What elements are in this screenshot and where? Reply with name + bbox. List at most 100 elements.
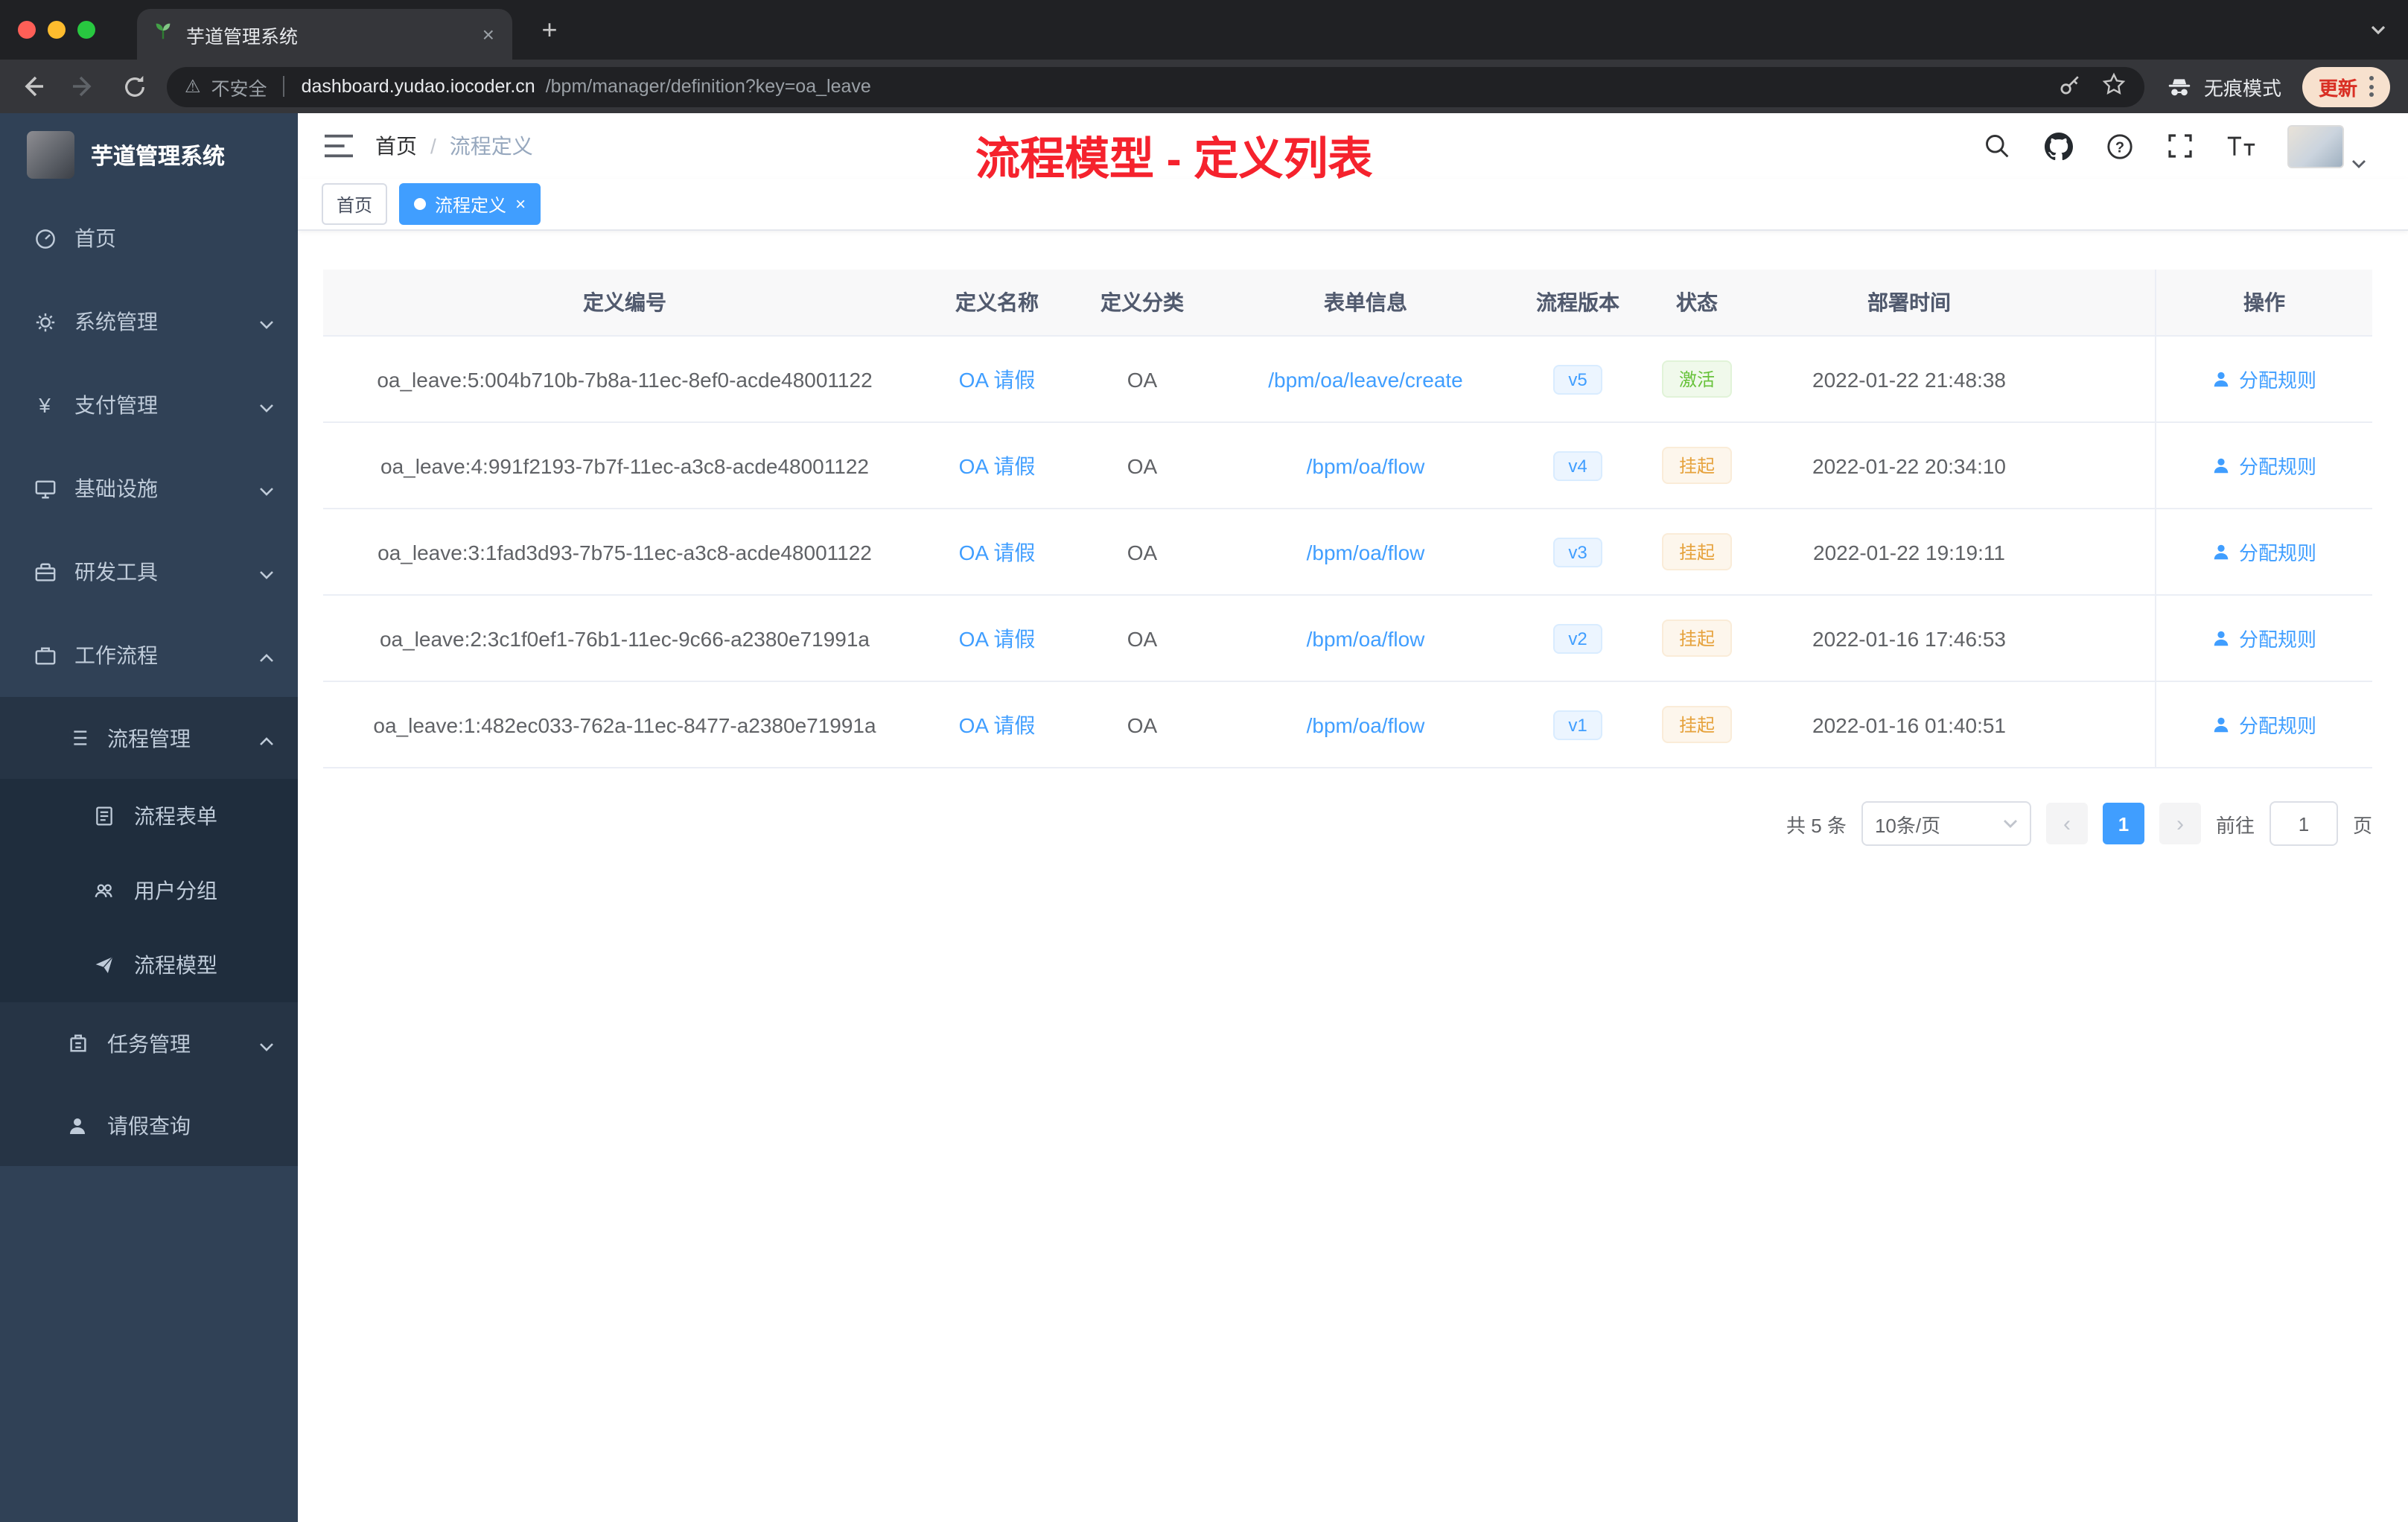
update-button[interactable]: 更新: [2302, 66, 2390, 106]
breadcrumb-current: 流程定义: [449, 134, 533, 158]
col-header-actions: 操作: [2155, 270, 2372, 335]
definition-name-link[interactable]: OA 请假: [959, 713, 1036, 736]
window-controls: [0, 21, 116, 39]
table-row: oa_leave:2:3c1f0ef1-76b1-11ec-9c66-a2380…: [323, 596, 2372, 682]
font-size-icon[interactable]: [2226, 131, 2256, 161]
assign-rule-button[interactable]: 分配规则: [2212, 710, 2316, 739]
definition-id: oa_leave:2:3c1f0ef1-76b1-11ec-9c66-a2380…: [379, 626, 870, 650]
col-header-form: 表单信息: [1324, 290, 1407, 314]
forward-button[interactable]: [66, 69, 101, 104]
tab-favicon-icon: [152, 19, 174, 49]
definition-category: OA: [1127, 626, 1158, 650]
help-icon[interactable]: ?: [2104, 131, 2134, 161]
github-icon[interactable]: [2043, 131, 2073, 161]
browser-tab[interactable]: 芋道管理系统 ×: [137, 9, 512, 60]
sidebar-item-home[interactable]: 首页: [0, 197, 298, 280]
definition-category: OA: [1127, 367, 1158, 391]
page-number-button[interactable]: 1: [2102, 803, 2144, 844]
definition-name-link[interactable]: OA 请假: [959, 453, 1036, 477]
total-count: 共 5 条: [1786, 814, 1847, 836]
active-dot: [414, 198, 427, 210]
form-link[interactable]: /bpm/oa/flow: [1307, 713, 1425, 736]
form-link[interactable]: /bpm/oa/flow: [1307, 540, 1425, 564]
version-badge[interactable]: v5: [1553, 364, 1602, 394]
definition-name-link[interactable]: OA 请假: [959, 540, 1036, 564]
minimize-window-button[interactable]: [48, 21, 66, 39]
browser-menu-icon[interactable]: [2369, 76, 2374, 97]
assign-rule-button[interactable]: 分配规则: [2212, 538, 2316, 566]
tab-close-icon[interactable]: ×: [480, 22, 497, 46]
sidebar-item-process-forms[interactable]: 流程表单: [0, 779, 298, 853]
sidebar-item-user-groups[interactable]: 用户分组: [0, 853, 298, 928]
definition-name-link[interactable]: OA 请假: [959, 626, 1036, 650]
search-icon[interactable]: [1982, 131, 2012, 161]
status-badge: 挂起: [1662, 447, 1731, 484]
browser-tab-strip: 芋道管理系统 × +: [0, 0, 2408, 60]
sidebar-item-task-mgmt[interactable]: 任务管理: [0, 1002, 298, 1084]
document-icon: [92, 804, 116, 828]
form-link[interactable]: /bpm/oa/leave/create: [1268, 367, 1463, 391]
new-tab-button[interactable]: +: [530, 10, 569, 49]
sidebar-item-leave-query[interactable]: 请假查询: [0, 1084, 298, 1166]
sidebar-collapse-icon[interactable]: [322, 130, 354, 162]
sidebar-item-system-mgmt[interactable]: 系统管理: [0, 280, 298, 363]
sidebar-item-payment-mgmt[interactable]: ¥ 支付管理: [0, 363, 298, 447]
goto-unit: 页: [2352, 814, 2372, 836]
assign-rule-button[interactable]: 分配规则: [2212, 451, 2316, 480]
people-icon: [92, 879, 116, 902]
col-header-category: 定义分类: [1101, 290, 1184, 314]
toolbox-icon: [33, 560, 57, 584]
sidebar-item-process-models[interactable]: 流程模型: [0, 928, 298, 1002]
assign-rule-button[interactable]: 分配规则: [2212, 624, 2316, 652]
table-row: oa_leave:3:1fad3d93-7b75-11ec-a3c8-acde4…: [323, 509, 2372, 596]
user-avatar[interactable]: [2287, 124, 2344, 168]
next-page-button[interactable]: ›: [2159, 803, 2201, 844]
version-badge[interactable]: v2: [1553, 623, 1602, 653]
tag-process-definition[interactable]: 流程定义 ×: [399, 183, 541, 225]
yen-icon: ¥: [39, 393, 51, 417]
breadcrumb-home[interactable]: 首页: [375, 131, 417, 161]
tab-search-caret-icon[interactable]: [2369, 16, 2387, 43]
deploy-time: 2022-01-22 20:34:10: [1812, 453, 2006, 477]
definition-name-link[interactable]: OA 请假: [959, 367, 1036, 391]
deploy-time: 2022-01-22 21:48:38: [1812, 367, 2006, 391]
tag-close-icon[interactable]: ×: [515, 194, 526, 214]
password-key-icon[interactable]: [2057, 71, 2083, 102]
version-badge[interactable]: v1: [1553, 710, 1602, 739]
form-link[interactable]: /bpm/oa/flow: [1307, 626, 1425, 650]
person-icon: [66, 1113, 89, 1137]
sidebar-item-workflow[interactable]: 工作流程: [0, 614, 298, 697]
chevron-down-icon: [259, 393, 274, 417]
tag-home[interactable]: 首页: [322, 183, 388, 225]
user-menu[interactable]: [2287, 124, 2366, 168]
prev-page-button[interactable]: ‹: [2045, 803, 2088, 844]
version-badge[interactable]: v3: [1553, 537, 1602, 567]
col-header-id: 定义编号: [583, 290, 666, 314]
table-header-row: 定义编号 定义名称 定义分类 表单信息 流程版本 状态 部署时间 操作: [323, 270, 2372, 337]
col-header-status: 状态: [1676, 290, 1718, 314]
sidebar-item-process-mgmt[interactable]: 流程管理: [0, 697, 298, 779]
page-size-select[interactable]: 10条/页: [1861, 801, 2031, 846]
fullscreen-icon[interactable]: [2165, 131, 2195, 161]
goto-page-input[interactable]: [2269, 801, 2338, 846]
version-badge[interactable]: v4: [1553, 450, 1602, 480]
definition-id: oa_leave:1:482ec033-762a-11ec-8477-a2380…: [373, 713, 876, 736]
assign-rule-button[interactable]: 分配规则: [2212, 365, 2316, 393]
url-domain: dashboard.yudao.iocoder.cn: [301, 76, 535, 97]
definition-category: OA: [1127, 453, 1158, 477]
sidebar-item-infrastructure[interactable]: 基础设施: [0, 447, 298, 530]
zoom-window-button[interactable]: [77, 21, 95, 39]
back-button[interactable]: [15, 69, 51, 104]
pagination: 共 5 条 10条/页 ‹ 1 › 前往 页: [323, 801, 2372, 846]
reload-button[interactable]: [116, 69, 152, 104]
security-label[interactable]: 不安全: [211, 72, 267, 101]
close-window-button[interactable]: [18, 21, 36, 39]
workflow-submenu: 流程管理 流程表单 用户分组 流程模型 任务管理 请假查询: [0, 697, 298, 1166]
address-bar[interactable]: ⚠ 不安全 dashboard.yudao.iocoder.cn/bpm/man…: [167, 66, 2144, 106]
sidebar-item-dev-tools[interactable]: 研发工具: [0, 530, 298, 614]
definition-category: OA: [1127, 540, 1158, 564]
form-link[interactable]: /bpm/oa/flow: [1307, 453, 1425, 477]
status-badge: 挂起: [1662, 533, 1731, 570]
briefcase-icon: [33, 643, 57, 667]
bookmark-star-icon[interactable]: [2101, 71, 2127, 101]
